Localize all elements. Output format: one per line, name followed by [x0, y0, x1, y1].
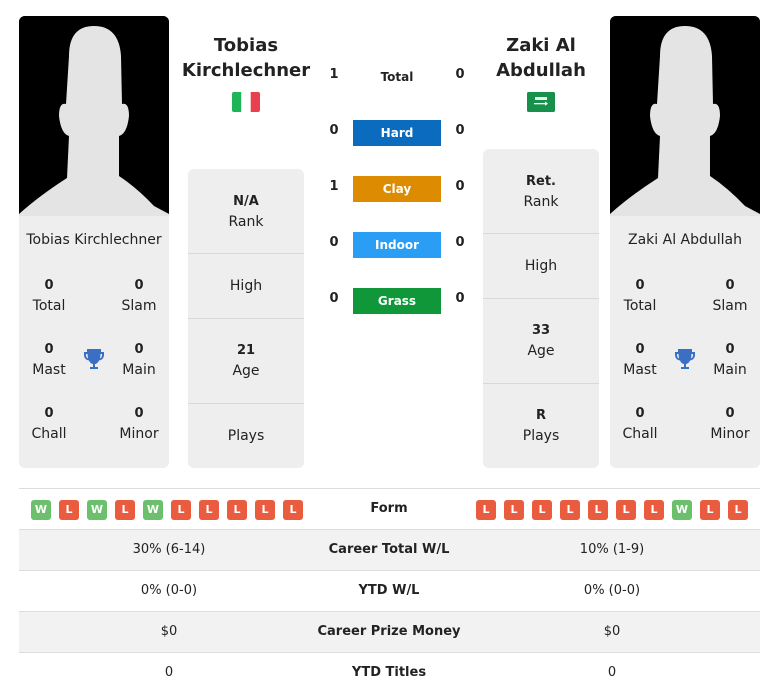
- h2h-clay-p1: 1: [329, 179, 339, 194]
- player2-name: Zaki Al Abdullah: [628, 232, 742, 248]
- comparison-table: WLWLWLLLLL Form LLLLLLLWLL 30% (6-14) Ca…: [19, 488, 760, 694]
- h2h-total-p2: 0: [455, 67, 465, 82]
- player2-total-titles: 0 Total: [623, 278, 657, 314]
- h2h-grass-p2: 0: [455, 291, 465, 306]
- player1-info-card: N/A Rank High 21 Age Plays: [188, 169, 304, 468]
- form-win-badge[interactable]: W: [143, 500, 163, 520]
- h2h-total-label: Total: [380, 70, 414, 84]
- player2-chall-titles: 0 Chall: [622, 406, 658, 442]
- player2-mast-titles: 0 Mast: [623, 342, 657, 378]
- form-loss-badge[interactable]: L: [588, 500, 608, 520]
- form-loss-badge[interactable]: L: [616, 500, 636, 520]
- player1-slam-titles: 0 Slam: [121, 278, 157, 314]
- player2-info-card: Ret. Rank High 33 Age R Plays: [483, 149, 599, 468]
- player1-career-wl: 30% (6-14): [132, 542, 206, 557]
- player2-age: 33 Age: [527, 323, 555, 359]
- player1-mast-titles: 0 Mast: [32, 342, 66, 378]
- surface-indoor-button[interactable]: Indoor: [353, 232, 441, 258]
- career-wl-label: Career Total W/L: [328, 542, 450, 557]
- ytd-wl-label: YTD W/L: [358, 583, 420, 598]
- player1-heading[interactable]: Tobias Kirchlechner: [181, 33, 311, 83]
- player1-minor-titles: 0 Minor: [119, 406, 159, 442]
- player1-plays: Plays: [227, 428, 265, 444]
- saudi-arabia-flag-icon: [527, 92, 555, 112]
- h2h-total-p1: 1: [329, 67, 339, 82]
- player-silhouette-icon: [610, 16, 760, 216]
- form-loss-badge[interactable]: L: [560, 500, 580, 520]
- h2h-indoor-p2: 0: [455, 235, 465, 250]
- h2h-indoor-p1: 0: [329, 235, 339, 250]
- italy-flag-icon: [232, 92, 260, 112]
- divider: [483, 298, 599, 299]
- form-loss-badge[interactable]: L: [59, 500, 79, 520]
- form-loss-badge[interactable]: L: [199, 500, 219, 520]
- player1-ytd-titles: 0: [164, 665, 174, 680]
- player1-age: 21 Age: [232, 343, 260, 379]
- player1-form: WLWLWLLLLL: [31, 500, 303, 520]
- form-loss-badge[interactable]: L: [644, 500, 664, 520]
- form-win-badge[interactable]: W: [672, 500, 692, 520]
- form-loss-badge[interactable]: L: [504, 500, 524, 520]
- player1-ytd-wl: 0% (0-0): [140, 583, 198, 598]
- form-label: Form: [370, 501, 408, 516]
- prize-money-label: Career Prize Money: [317, 624, 461, 639]
- player2-ytd-wl: 0% (0-0): [583, 583, 641, 598]
- prize-money-row: $0 Career Prize Money $0: [19, 612, 760, 653]
- player2-plays: R Plays: [522, 408, 560, 444]
- form-loss-badge[interactable]: L: [171, 500, 191, 520]
- player2-form: LLLLLLLWLL: [476, 500, 748, 520]
- player2-career-wl: 10% (1-9): [579, 542, 645, 557]
- form-win-badge[interactable]: W: [87, 500, 107, 520]
- player2-main-titles: 0 Main: [713, 342, 747, 378]
- player1-titles-card: Tobias Kirchlechner 0 Total 0 Slam 0 Mast 0…: [19, 216, 169, 468]
- player2-titles-card: Zaki Al Abdullah 0 Total 0 Slam 0 Mast 0 Mai…: [610, 216, 760, 468]
- h2h-clay-p2: 0: [455, 179, 465, 194]
- player1-prize-money: $0: [160, 624, 178, 639]
- player2-photo: [610, 16, 760, 216]
- form-loss-badge[interactable]: L: [227, 500, 247, 520]
- player1-total-titles: 0 Total: [32, 278, 66, 314]
- divider: [188, 403, 304, 404]
- player1-chall-titles: 0 Chall: [31, 406, 67, 442]
- career-wl-row: 30% (6-14) Career Total W/L 10% (1-9): [19, 530, 760, 571]
- form-loss-badge[interactable]: L: [476, 500, 496, 520]
- trophy-icon: [673, 347, 697, 371]
- form-loss-badge[interactable]: L: [728, 500, 748, 520]
- player2-ytd-titles: 0: [607, 665, 617, 680]
- ytd-wl-row: 0% (0-0) YTD W/L 0% (0-0): [19, 571, 760, 612]
- divider: [188, 253, 304, 254]
- h2h-hard-p2: 0: [455, 123, 465, 138]
- divider: [188, 318, 304, 319]
- surface-hard-button[interactable]: Hard: [353, 120, 441, 146]
- player2-rank: Ret. Rank: [523, 174, 559, 210]
- h2h-grass-p1: 0: [329, 291, 339, 306]
- player1-rank: N/A Rank: [228, 194, 264, 230]
- form-loss-badge[interactable]: L: [255, 500, 275, 520]
- player-silhouette-icon: [19, 16, 169, 216]
- surface-grass-button[interactable]: Grass: [353, 288, 441, 314]
- player2-high: High: [524, 258, 558, 274]
- player2-prize-money: $0: [603, 624, 621, 639]
- player2-heading[interactable]: Zaki Al Abdullah: [476, 33, 606, 83]
- form-loss-badge[interactable]: L: [700, 500, 720, 520]
- player2-slam-titles: 0 Slam: [712, 278, 748, 314]
- h2h-hard-p1: 0: [329, 123, 339, 138]
- player1-high: High: [229, 278, 263, 294]
- player2-minor-titles: 0 Minor: [710, 406, 750, 442]
- player1-main-titles: 0 Main: [122, 342, 156, 378]
- form-row: WLWLWLLLLL Form LLLLLLLWLL: [19, 489, 760, 530]
- divider: [483, 383, 599, 384]
- form-loss-badge[interactable]: L: [532, 500, 552, 520]
- form-loss-badge[interactable]: L: [115, 500, 135, 520]
- trophy-icon: [82, 347, 106, 371]
- form-win-badge[interactable]: W: [31, 500, 51, 520]
- ytd-titles-label: YTD Titles: [351, 665, 427, 680]
- player1-photo: [19, 16, 169, 216]
- player1-name: Tobias Kirchlechner: [26, 232, 162, 248]
- divider: [483, 233, 599, 234]
- ytd-titles-row: 0 YTD Titles 0: [19, 653, 760, 694]
- surface-clay-button[interactable]: Clay: [353, 176, 441, 202]
